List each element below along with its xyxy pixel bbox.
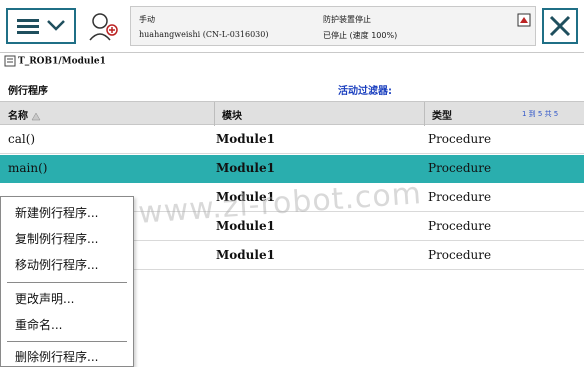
menu-divider [7, 282, 127, 283]
breadcrumb: T_ROB1/Module1 [4, 55, 106, 71]
table-header: 名称 模块 类型 1 到 5 共 5 [0, 101, 584, 126]
active-filter-label[interactable]: 活动过滤器: [338, 82, 392, 97]
program-file-icon [4, 55, 16, 67]
breadcrumb-path: T_ROB1/Module1 [18, 56, 106, 67]
table-row-selected[interactable]: main() Module1 Procedure [0, 155, 584, 183]
routine-type: Procedure [428, 161, 492, 175]
column-header-module[interactable]: 模块 [222, 107, 242, 122]
routine-module: Module1 [216, 248, 275, 262]
page-indicator: 1 到 5 共 5 [522, 110, 559, 118]
menu-item-delete-routine[interactable]: 删除例行程序... [15, 348, 98, 365]
run-state: 已停止 (速度 100%) [323, 31, 398, 40]
routine-context-menu: 新建例行程序... 复制例行程序... 移动例行程序... 更改声明... 重命… [0, 196, 134, 367]
routine-module: Module1 [216, 161, 275, 175]
guard-state: 防护装置停止 [323, 15, 371, 24]
column-header-name[interactable]: 名称 [8, 107, 41, 122]
chevron-down-icon [47, 20, 65, 31]
main-menu-button[interactable] [6, 8, 76, 44]
menu-item-move-routine[interactable]: 移动例行程序... [15, 256, 98, 273]
routine-type: Procedure [428, 219, 492, 233]
top-status-bar: 手动 huahangweishi (CN-L-0316030) 防护装置停止 已… [0, 0, 584, 53]
routine-module: Module1 [216, 190, 275, 204]
section-header: 例行程序 活动过滤器: [0, 76, 584, 100]
routine-type: Procedure [428, 132, 492, 146]
routine-module: Module1 [216, 219, 275, 233]
operating-mode: 手动 [139, 15, 155, 24]
column-divider [214, 102, 215, 126]
column-header-type[interactable]: 类型 [432, 107, 452, 122]
routine-name: main() [8, 161, 48, 175]
controller-name: huahangweishi (CN-L-0316030) [139, 30, 269, 39]
operator-window-icon[interactable] [86, 10, 122, 46]
rapid-routines-window: 手动 huahangweishi (CN-L-0316030) 防护装置停止 已… [0, 0, 584, 367]
routine-module: Module1 [216, 132, 275, 146]
sort-ascending-icon [31, 111, 41, 120]
menu-item-change-declaration[interactable]: 更改声明... [15, 290, 74, 307]
routine-type: Procedure [428, 190, 492, 204]
status-icon [517, 13, 531, 27]
table-row[interactable]: cal() Module1 Procedure [0, 126, 584, 154]
menu-item-rename[interactable]: 重命名... [15, 316, 62, 333]
menu-item-copy-routine[interactable]: 复制例行程序... [15, 230, 98, 247]
close-icon [549, 15, 571, 37]
close-button[interactable] [542, 8, 578, 44]
routine-type: Procedure [428, 248, 492, 262]
status-panel[interactable]: 手动 huahangweishi (CN-L-0316030) 防护装置停止 已… [130, 6, 536, 46]
column-divider [424, 102, 425, 126]
routine-name: cal() [8, 132, 36, 146]
section-title: 例行程序 [8, 86, 48, 97]
menu-divider [7, 341, 127, 342]
menu-item-new-routine[interactable]: 新建例行程序... [15, 204, 98, 221]
menu-icon [17, 19, 39, 35]
